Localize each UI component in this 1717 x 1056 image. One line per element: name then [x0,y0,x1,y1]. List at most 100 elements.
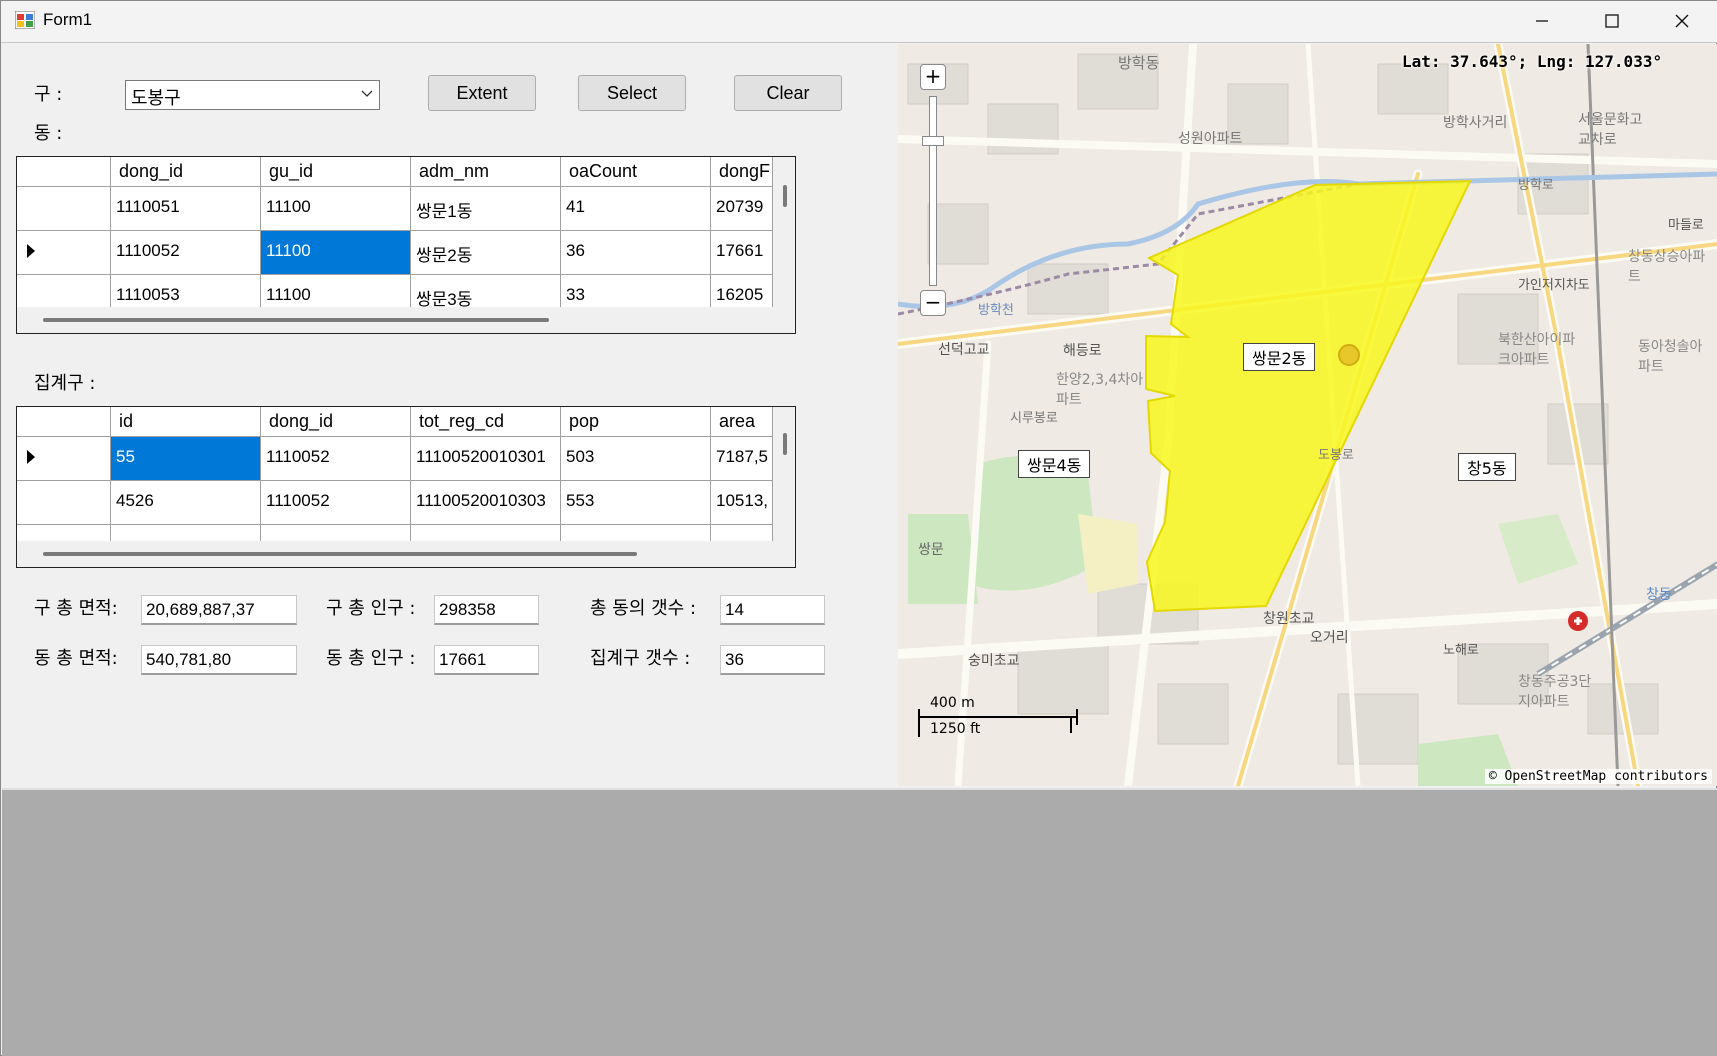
scale-bar [918,716,1078,718]
zoom-slider[interactable] [929,96,937,286]
scale-tick [1070,717,1072,733]
table-cell-selected[interactable]: 11100 [261,231,411,275]
current-row-icon [27,244,35,258]
region-label-ssangmun2: 쌍문2동 [1243,343,1316,371]
horizontal-scrollbar[interactable] [17,307,795,333]
map-place-label: 오거리 [1310,630,1349,646]
column-header[interactable]: dongF [711,157,773,187]
extent-button[interactable]: Extent [428,75,536,111]
column-header[interactable]: dong_id [261,407,411,437]
maximize-button[interactable] [1577,1,1647,41]
minimize-button[interactable] [1507,1,1577,41]
dong-pop-label: 동 총 인구 : [326,648,416,669]
current-row-icon [27,450,35,464]
table-cell[interactable]: 17661 [711,231,773,275]
scale-tick [1076,709,1078,725]
region-label-chang5: 창5동 [1458,453,1516,481]
map-view[interactable]: 방학동 성원아파트 방학사거리 서울문화고교차로 선덕고교 해등로 한양2,3,… [898,44,1717,786]
column-header[interactable]: oaCount [561,157,711,187]
row-header[interactable] [17,481,111,525]
table-cell[interactable]: 1110052 [111,231,261,275]
table-cell[interactable]: 10513, [711,481,773,525]
table-cell[interactable]: 553 [561,481,711,525]
scrollbar-thumb[interactable] [783,433,787,455]
column-header[interactable]: gu_id [261,157,411,187]
scrollbar-thumb[interactable] [43,552,637,556]
map-attribution: © OpenStreetMap contributors [1484,769,1712,784]
horizontal-scrollbar[interactable] [17,541,795,567]
zoom-in-button[interactable]: + [920,64,946,90]
map-place-label: 창원초교 [1263,611,1315,627]
table-cell[interactable]: 20739 [711,187,773,231]
table-cell[interactable]: 11100520010301 [411,437,561,481]
place-marker-icon[interactable] [1338,344,1360,366]
table-cell[interactable]: 쌍문1동 [411,187,561,231]
dong-area-field[interactable]: 540,781,80 [141,645,297,675]
close-button[interactable] [1647,1,1717,41]
map-road-label: 시루봉로 [1010,411,1058,426]
map-place-label: 창동주공3단지아파트 [1518,674,1592,710]
gu-pop-label: 구 총 인구 : [326,598,416,619]
zoom-out-button[interactable]: − [920,290,946,316]
row-header-current[interactable] [17,437,111,481]
app-icon [15,11,35,29]
vertical-scrollbar[interactable] [773,407,795,541]
zoom-slider-handle[interactable] [922,136,944,146]
maximize-icon [1605,14,1619,28]
gu-combobox-value: 도봉구 [131,88,181,109]
gu-area-field[interactable]: 20,689,887,37 [141,595,297,625]
table-cell[interactable]: 1110051 [111,187,261,231]
minimize-icon [1536,20,1548,22]
map-stream-label: 방학천 [978,303,1014,318]
gu-pop-field[interactable]: 298358 [434,595,539,625]
select-button[interactable]: Select [578,75,686,111]
table-cell[interactable]: 쌍문2동 [411,231,561,275]
table-cell[interactable]: 11100 [261,187,411,231]
clear-button[interactable]: Clear [734,75,842,111]
scale-tick [918,709,920,737]
vertical-scrollbar[interactable] [773,157,795,307]
coordinates-readout: Lat: 37.643°; Lng: 127.033° [1402,52,1663,71]
row-header[interactable] [17,187,111,231]
scale-feet: 1250 ft [930,721,981,737]
map-place-label: 북한산아이파크아파트 [1498,332,1576,368]
dong-count-label: 총 동의 갯수 : [590,598,697,619]
agg-count-field[interactable]: 36 [720,645,825,675]
table-cell[interactable]: 1110052 [261,437,411,481]
scrollbar-thumb[interactable] [783,185,787,207]
column-header[interactable]: id [111,407,261,437]
app-window: Form1 구 : 도봉구 Extent Select Clear 동 : do… [0,0,1717,1056]
row-header-current[interactable] [17,231,111,275]
table-cell-selected[interactable]: 55 [111,437,261,481]
column-header[interactable]: adm_nm [411,157,561,187]
map-place-label: 선덕고교 [938,342,990,358]
map-place-label: 쌍문 [918,542,944,558]
table-cell[interactable]: 503 [561,437,711,481]
table-cell[interactable]: 11100520010303 [411,481,561,525]
map-road-label: 노해로 [1443,643,1479,658]
column-header[interactable]: pop [561,407,711,437]
table-cell[interactable]: 4526 [111,481,261,525]
dong-count-field[interactable]: 14 [720,595,825,625]
dong-label: 동 : [34,123,63,144]
aggregate-grid[interactable]: id dong_id tot_reg_cd pop area 55 111005… [16,406,796,568]
table-cell[interactable]: 7187,5 [711,437,773,481]
gu-combobox[interactable]: 도봉구 [125,80,380,110]
scale-meters: 400 m [930,695,975,711]
bottom-panel [2,788,1717,1056]
column-header[interactable]: dong_id [111,157,261,187]
close-icon [1675,14,1689,28]
table-cell[interactable]: 36 [561,231,711,275]
column-header[interactable]: tot_reg_cd [411,407,561,437]
dong-pop-field[interactable]: 17661 [434,645,539,675]
agg-count-label: 집계구 갯수 : [590,648,691,669]
scrollbar-thumb[interactable] [43,318,549,322]
dong-grid[interactable]: dong_id gu_id adm_nm oaCount dongF 11100… [16,156,796,334]
column-header[interactable]: area [711,407,773,437]
table-cell[interactable]: 41 [561,187,711,231]
table-cell[interactable]: 1110052 [261,481,411,525]
title-bar: Form1 [1,1,1717,43]
map-place-label: 방학사거리 [1443,115,1508,131]
map-place-label: 성원아파트 [1178,131,1243,147]
map-place-label: 동아청솔아파트 [1638,339,1703,375]
